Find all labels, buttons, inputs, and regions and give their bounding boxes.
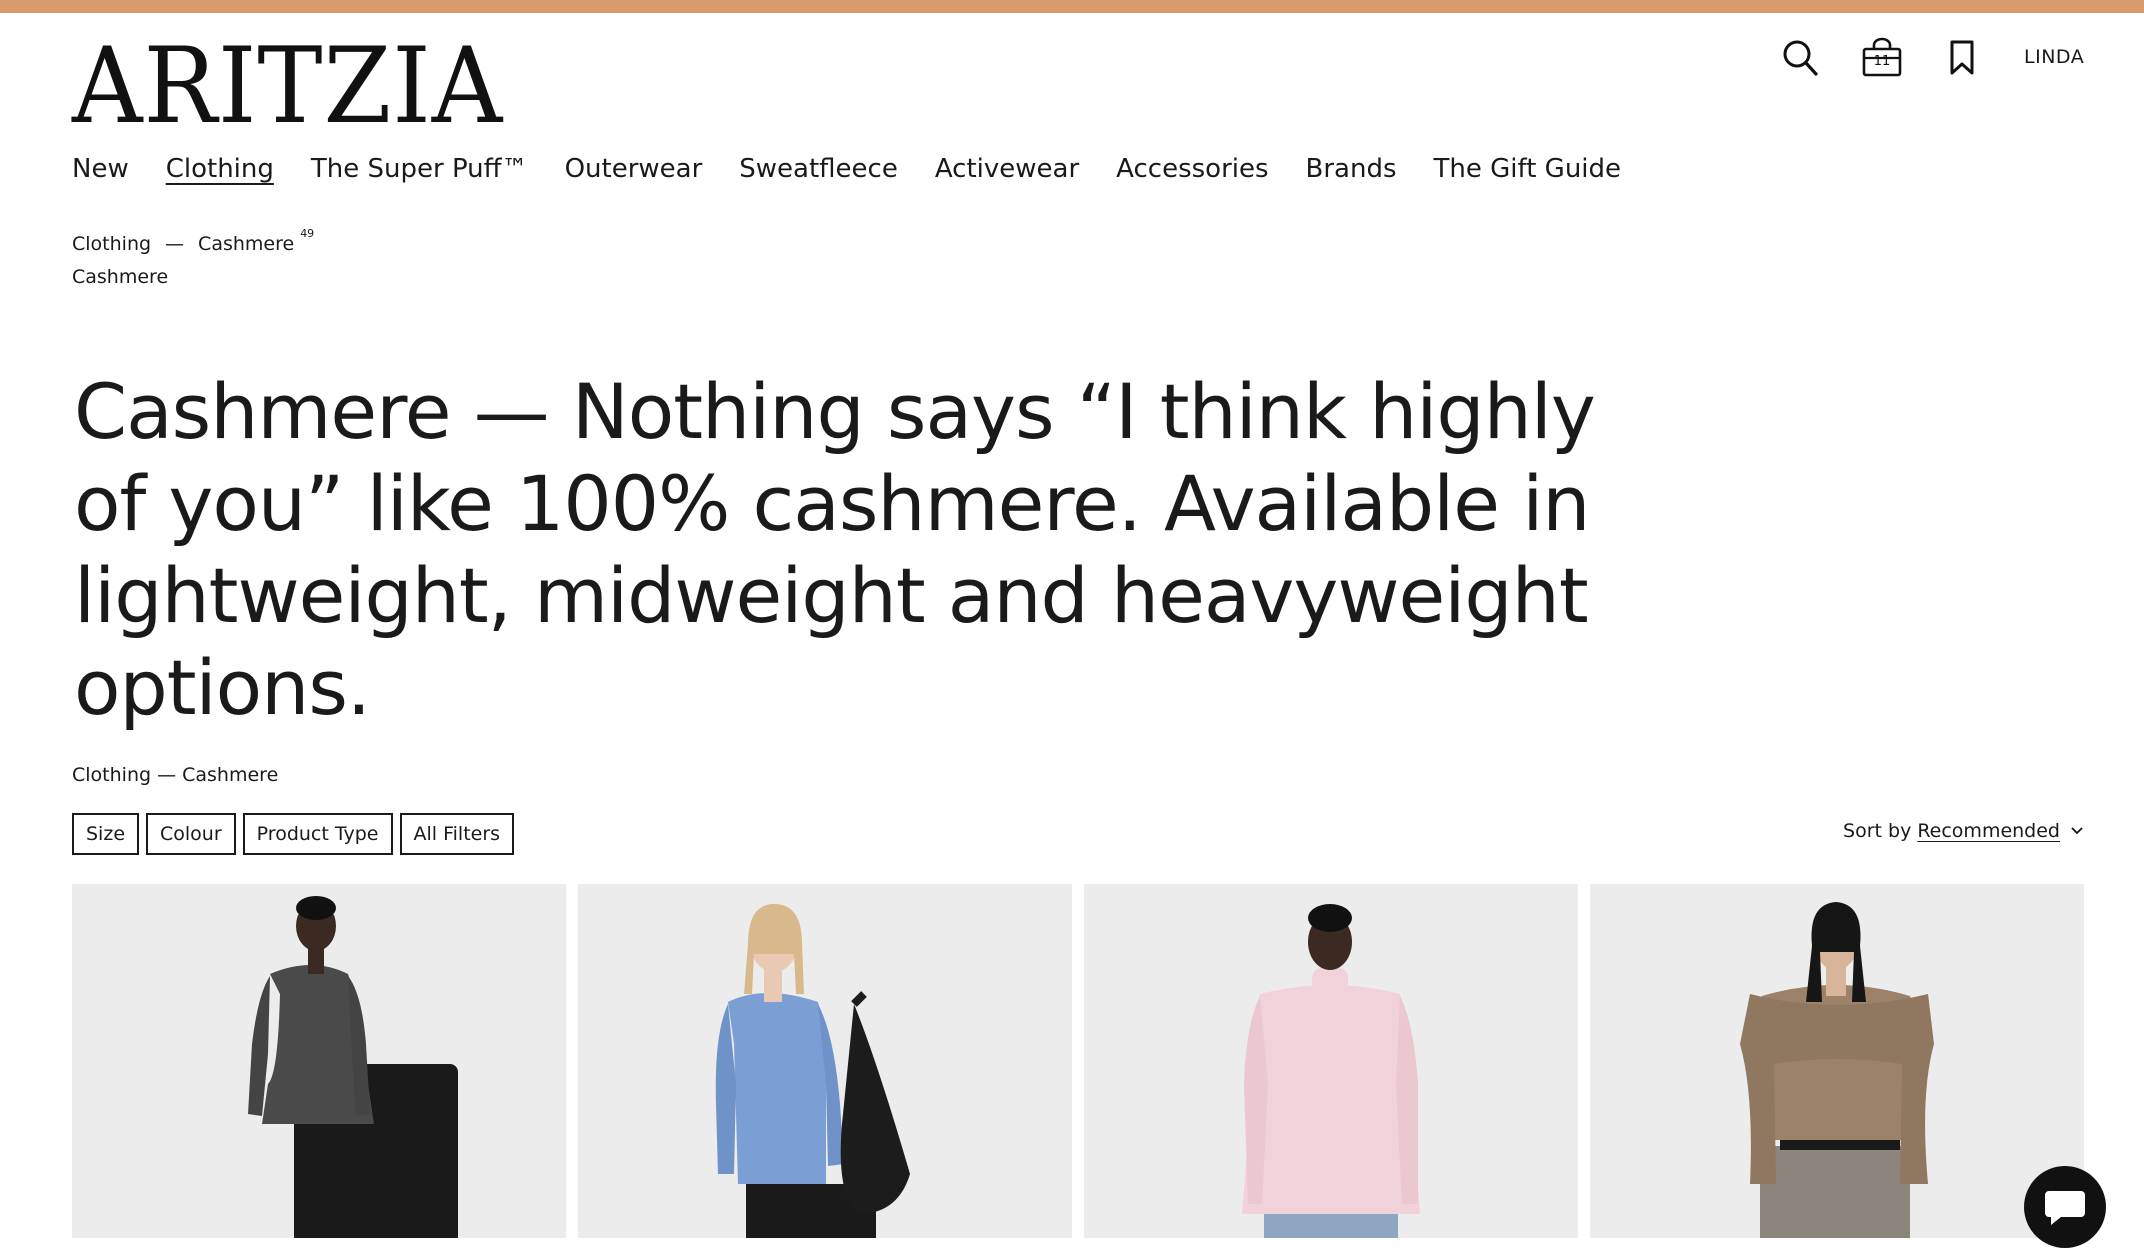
- chat-icon: [2045, 1191, 2085, 1225]
- breadcrumb-subcategory[interactable]: Cashmere: [72, 266, 168, 288]
- product-card[interactable]: [1590, 884, 2084, 1238]
- chevron-down-icon: [2071, 827, 2083, 835]
- nav-item-clothing[interactable]: Clothing: [166, 154, 274, 184]
- nav-item-gift-guide[interactable]: The Gift Guide: [1434, 154, 1622, 184]
- filter-product-type-button[interactable]: Product Type: [242, 813, 393, 855]
- nav-item-new[interactable]: New: [72, 154, 129, 184]
- search-button[interactable]: [1780, 36, 1820, 80]
- shopping-bag-button[interactable]: 11: [1860, 36, 1904, 80]
- product-count: 49: [300, 227, 315, 240]
- nav-item-super-puff[interactable]: The Super Puff™: [311, 154, 528, 184]
- product-card[interactable]: [578, 884, 1072, 1238]
- product-image-brown-sweater: [1590, 884, 2084, 1238]
- product-image-pink-turtleneck: [1084, 884, 1578, 1238]
- product-card[interactable]: [72, 884, 566, 1238]
- nav-item-outerwear[interactable]: Outerwear: [565, 154, 703, 184]
- main-navigation: New Clothing The Super Puff™ Outerwear S…: [72, 154, 1621, 184]
- account-link[interactable]: LINDA: [2024, 46, 2084, 68]
- product-grid: [72, 884, 2084, 1238]
- product-image-cardigan: [72, 884, 566, 1238]
- brand-logo[interactable]: ARITZIA: [72, 34, 503, 139]
- breadcrumb-parent[interactable]: Clothing: [72, 233, 151, 255]
- nav-item-accessories[interactable]: Accessories: [1116, 154, 1268, 184]
- all-filters-button[interactable]: All Filters: [399, 813, 515, 855]
- breadcrumb: Clothing — Cashmere 49: [72, 227, 314, 255]
- breadcrumb-separator: —: [165, 233, 185, 255]
- nav-item-brands[interactable]: Brands: [1306, 154, 1397, 184]
- promo-bar: [0, 0, 2144, 13]
- nav-item-activewear[interactable]: Activewear: [935, 154, 1079, 184]
- wishlist-button[interactable]: [1944, 36, 1980, 80]
- filter-size-button[interactable]: Size: [72, 813, 140, 855]
- product-card[interactable]: [1084, 884, 1578, 1238]
- chat-button[interactable]: [2024, 1166, 2106, 1248]
- filter-bar: Size Colour Product Type All Filters: [72, 813, 515, 855]
- search-icon: [1783, 40, 1818, 76]
- sort-label: Sort by: [1843, 820, 1912, 842]
- page-title: Cashmere — Nothing says “I think highly …: [74, 367, 1596, 732]
- nav-item-sweatfleece[interactable]: Sweatfleece: [739, 154, 898, 184]
- sort-value[interactable]: Recommended: [1917, 820, 2060, 842]
- bookmark-icon: [1950, 40, 1974, 75]
- category-path: Clothing — Cashmere: [72, 764, 279, 786]
- bag-count-badge: 11: [1873, 54, 1891, 69]
- sort-dropdown[interactable]: Sort by Recommended: [1843, 820, 2084, 842]
- breadcrumb-current: Cashmere: [198, 233, 295, 255]
- filter-colour-button[interactable]: Colour: [146, 813, 236, 855]
- product-image-blue-sweater: [578, 884, 1072, 1238]
